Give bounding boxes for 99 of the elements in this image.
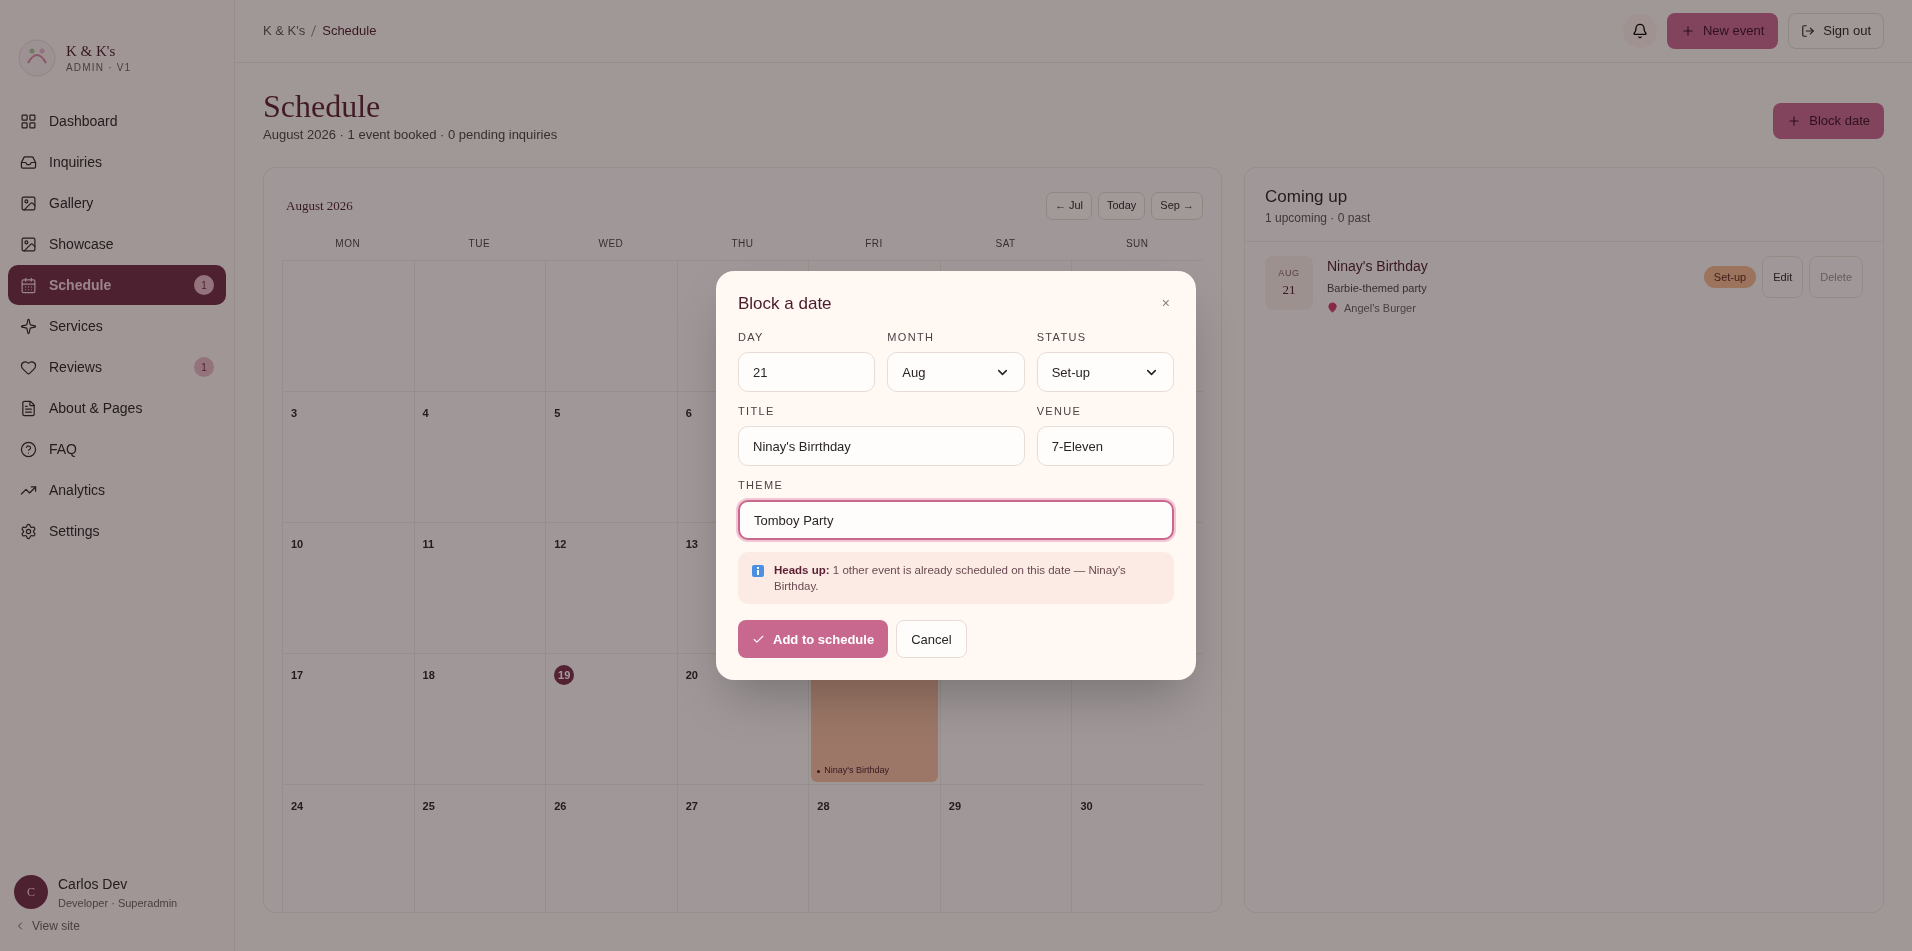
page-subtitle: August 2026 · 1 event booked · 0 pending inquiries: [263, 126, 558, 144]
event-title: Ninay's Birthday: [1327, 257, 1429, 276]
day-number[interactable]: 28: [817, 795, 830, 816]
info-icon: [752, 565, 764, 578]
user-avatar: C: [14, 875, 48, 910]
bullet-icon: [817, 769, 821, 773]
breadcrumb-item: Schedule: [322, 22, 377, 41]
edit-button[interactable]: Edit: [1762, 256, 1804, 298]
nav-item[interactable]: Dashboard: [8, 101, 226, 141]
weekday-label: THU: [730, 236, 755, 251]
inbox-icon: [20, 153, 37, 171]
user-name: Carlos Dev: [58, 874, 129, 894]
pin-icon: [1327, 302, 1338, 314]
nav-item[interactable]: FAQ: [8, 429, 226, 469]
view-site-link[interactable]: View site: [14, 917, 220, 935]
logo-icon: [18, 39, 56, 77]
date-tile: AUG 21: [1265, 256, 1313, 310]
weekday-label: FRI: [864, 236, 884, 251]
plus-icon: [1787, 113, 1802, 128]
day-number[interactable]: 12: [554, 533, 567, 554]
day-number[interactable]: 17: [291, 664, 304, 685]
nav-item[interactable]: Showcase: [8, 224, 226, 264]
day-number[interactable]: 24: [291, 795, 304, 816]
input-field[interactable]: 7-Eleven: [1036, 426, 1174, 467]
event-title: Ninay's Birthday: [824, 764, 890, 777]
day-number[interactable]: 29: [948, 795, 962, 816]
close-button[interactable]: ×: [1157, 293, 1174, 314]
nav-item[interactable]: Gallery: [8, 183, 226, 223]
field-label: VENUE: [1036, 404, 1083, 419]
brand-name: K & K's: [66, 41, 117, 60]
plus-icon: [1680, 24, 1695, 38]
breadcrumb-item[interactable]: K & K's: [263, 21, 306, 41]
weekday-label: MON: [334, 236, 362, 251]
image-icon: [20, 194, 37, 212]
nav-item[interactable]: Schedule 1: [8, 265, 226, 305]
user-role: Developer · Superadmin: [58, 895, 178, 911]
event-theme: Barbie-themed party: [1327, 281, 1428, 296]
day-number[interactable]: 19: [554, 664, 575, 685]
day-number[interactable]: 4: [422, 402, 429, 423]
help-icon: [20, 440, 37, 458]
month-title: August 2026: [285, 196, 353, 215]
nav-item[interactable]: Inquiries: [8, 142, 226, 182]
notification-button[interactable]: [1622, 14, 1657, 48]
count-badge: 1: [194, 357, 214, 377]
document-icon: [20, 399, 37, 417]
notice-text: Heads up: 1 other event is already scheduled on this date — Ninay's Birthday.: [774, 563, 1127, 595]
day-number[interactable]: 25: [422, 795, 435, 816]
sign-out-icon: [1801, 24, 1816, 38]
brand-subtitle: ADMIN · V1: [66, 60, 132, 75]
field-label: TITLE: [738, 404, 776, 419]
nav-button[interactable]: Sep →: [1151, 191, 1203, 220]
weekday-label: TUE: [467, 236, 492, 251]
dialog-title: Block a date: [738, 292, 832, 315]
day-number[interactable]: 10: [291, 533, 304, 554]
weekday-label: WED: [597, 236, 625, 251]
nav-item[interactable]: Reviews 1: [8, 347, 226, 387]
count-badge: 1: [194, 275, 214, 295]
status-badge: Set-up: [1703, 266, 1757, 288]
input-field[interactable]: Ninay's Birrthday: [738, 426, 1025, 467]
select-field[interactable]: Set-up: [1036, 352, 1174, 393]
input-field[interactable]: Tomboy Party: [738, 500, 1174, 541]
settings-icon: [20, 522, 37, 540]
calendar-icon: [20, 276, 37, 294]
day-number[interactable]: 27: [685, 795, 698, 816]
event-venue: Angel's Burger: [1344, 300, 1416, 316]
day-number[interactable]: 18: [422, 664, 435, 685]
cancel-button[interactable]: Cancel: [896, 620, 967, 659]
sign-out-button[interactable]: Sign out: [1788, 13, 1884, 49]
field-label: STATUS: [1036, 330, 1088, 345]
bell-icon: [1631, 23, 1648, 39]
day-number[interactable]: 13: [685, 533, 698, 554]
day-number[interactable]: 30: [1080, 795, 1093, 816]
nav-item[interactable]: About & Pages: [8, 388, 226, 428]
day-number[interactable]: 26: [554, 795, 567, 816]
panel-subtitle: 1 upcoming · 0 past: [1265, 210, 1372, 227]
weekday-label: SUN: [1124, 236, 1150, 251]
nav-item[interactable]: Analytics: [8, 470, 226, 510]
nav-button[interactable]: ← Jul: [1045, 191, 1092, 220]
day-number[interactable]: 20: [685, 664, 698, 685]
day-number[interactable]: 11: [422, 533, 435, 554]
day-number[interactable]: 5: [554, 402, 561, 423]
nav-item[interactable]: Services: [8, 306, 226, 346]
grid-icon: [20, 112, 37, 130]
add-button[interactable]: Add to schedule: [738, 620, 889, 659]
day-number[interactable]: 3: [291, 402, 298, 423]
select-field[interactable]: Aug: [887, 352, 1025, 393]
page-title: Schedule: [263, 87, 382, 125]
nav-button[interactable]: Today: [1098, 191, 1146, 220]
panel-title: Coming up: [1265, 185, 1349, 208]
nav-item[interactable]: Settings: [8, 511, 226, 551]
field-label: DAY: [738, 330, 765, 345]
image-icon: [20, 235, 37, 253]
day-number[interactable]: 6: [685, 402, 692, 423]
sparkle-icon: [20, 317, 37, 335]
field-label: MONTH: [887, 330, 936, 345]
heart-icon: [20, 358, 37, 376]
field-label: THEME: [738, 478, 785, 493]
input-field[interactable]: 21: [738, 352, 876, 393]
weekday-label: SAT: [994, 236, 1017, 251]
